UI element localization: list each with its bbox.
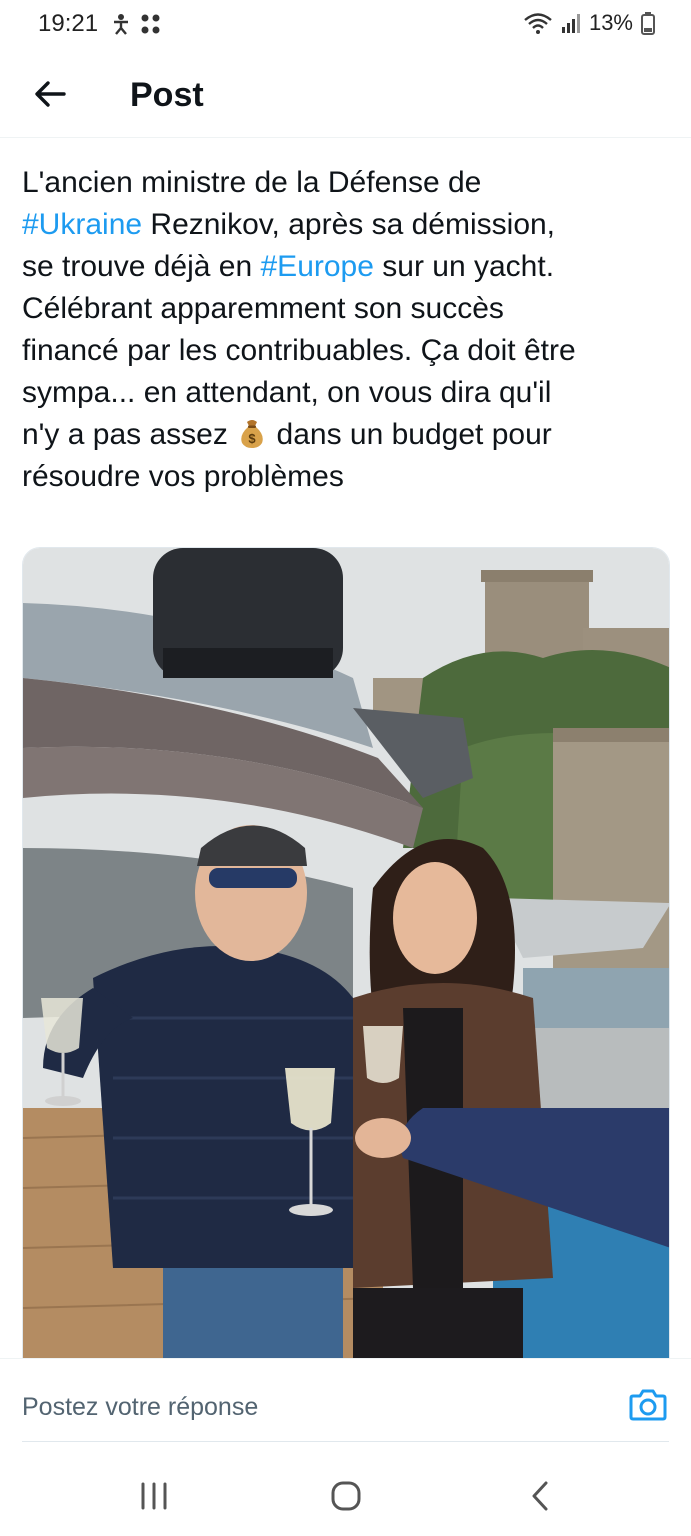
apps-icon — [141, 14, 160, 34]
home-button[interactable] — [326, 1476, 366, 1516]
battery-percent: 13% — [588, 10, 633, 35]
yacht-photo — [23, 548, 669, 1358]
camera-button[interactable] — [629, 1387, 667, 1423]
camera-icon — [629, 1389, 667, 1421]
system-back-button[interactable] — [520, 1476, 560, 1516]
wifi-icon — [524, 13, 552, 34]
accessibility-icon — [114, 14, 128, 35]
hashtag-ukraine[interactable]: #Ukraine — [22, 208, 142, 241]
arrow-left-icon — [35, 81, 66, 107]
top-app-bar: Post — [0, 52, 691, 138]
battery-icon — [641, 12, 655, 35]
status-time: 19:21 — [38, 10, 99, 37]
back-icon — [532, 1481, 548, 1511]
divider — [22, 1441, 669, 1442]
money-bag-icon: $ — [241, 420, 263, 448]
recent-apps-button[interactable] — [134, 1476, 174, 1516]
status-bar: 19:21 13% — [0, 0, 691, 52]
svg-text:$: $ — [249, 431, 257, 446]
reply-composer: Postez votre réponse — [0, 1358, 691, 1454]
reply-input[interactable]: Postez votre réponse — [22, 1393, 258, 1422]
signal-icon — [561, 14, 580, 33]
system-nav-bar — [0, 1454, 691, 1536]
hashtag-europe[interactable]: #Europe — [261, 250, 374, 283]
post-text: L'ancien ministre de la Défense de #Ukra… — [22, 166, 576, 493]
post-image[interactable] — [22, 547, 670, 1359]
home-icon — [331, 1481, 361, 1511]
page-title: Post — [130, 76, 204, 114]
back-button[interactable] — [30, 74, 70, 114]
recent-apps-icon — [141, 1482, 167, 1510]
